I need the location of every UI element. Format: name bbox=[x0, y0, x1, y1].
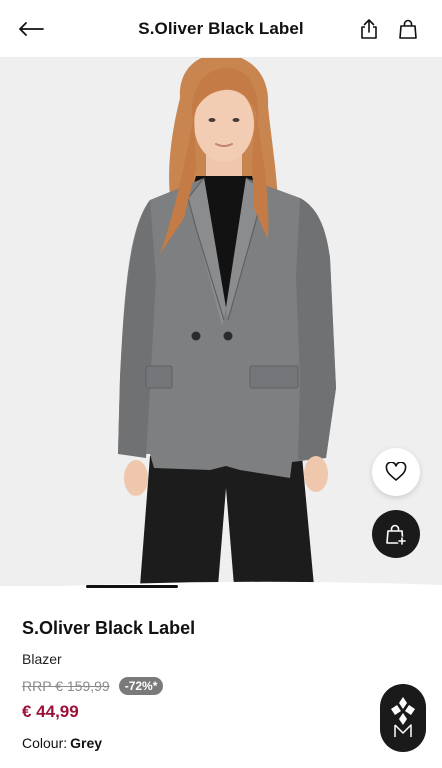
share-button[interactable] bbox=[354, 14, 384, 44]
cart-button[interactable] bbox=[393, 14, 423, 44]
colour-value: Grey bbox=[70, 735, 103, 751]
top-bar: S.Oliver Black Label bbox=[0, 0, 442, 58]
share-icon bbox=[361, 19, 377, 39]
sale-price: € 44,99 bbox=[22, 702, 79, 721]
page-title: S.Oliver Black Label bbox=[138, 18, 304, 38]
brand-assistant-button[interactable] bbox=[380, 684, 426, 752]
discount-badge: -72%* bbox=[118, 677, 164, 695]
brand-logo-icon bbox=[391, 697, 415, 737]
product-photo bbox=[0, 58, 442, 586]
heart-icon bbox=[385, 462, 407, 481]
colour-info: Colour: Grey bbox=[22, 735, 102, 751]
product-type: Blazer bbox=[22, 651, 62, 667]
arrow-left-icon bbox=[19, 22, 44, 36]
price-row: RRP € 159,99 -72%* bbox=[22, 677, 164, 695]
add-to-bag-button[interactable] bbox=[372, 510, 420, 558]
gallery-slide-indicator bbox=[0, 577, 442, 591]
colour-label: Colour: bbox=[22, 735, 68, 751]
add-to-wishlist-button[interactable] bbox=[372, 448, 420, 496]
rrp-price: RRP € 159,99 bbox=[22, 678, 110, 694]
bag-plus-icon bbox=[386, 524, 407, 546]
product-details: S.Oliver Black Label Blazer RRP € 159,99… bbox=[0, 592, 442, 768]
back-button[interactable] bbox=[16, 14, 46, 44]
shopping-bag-icon bbox=[399, 19, 417, 39]
product-image-gallery[interactable] bbox=[0, 58, 442, 586]
product-brand[interactable]: S.Oliver Black Label bbox=[22, 618, 195, 639]
slide-indicator-bar bbox=[0, 581, 442, 591]
